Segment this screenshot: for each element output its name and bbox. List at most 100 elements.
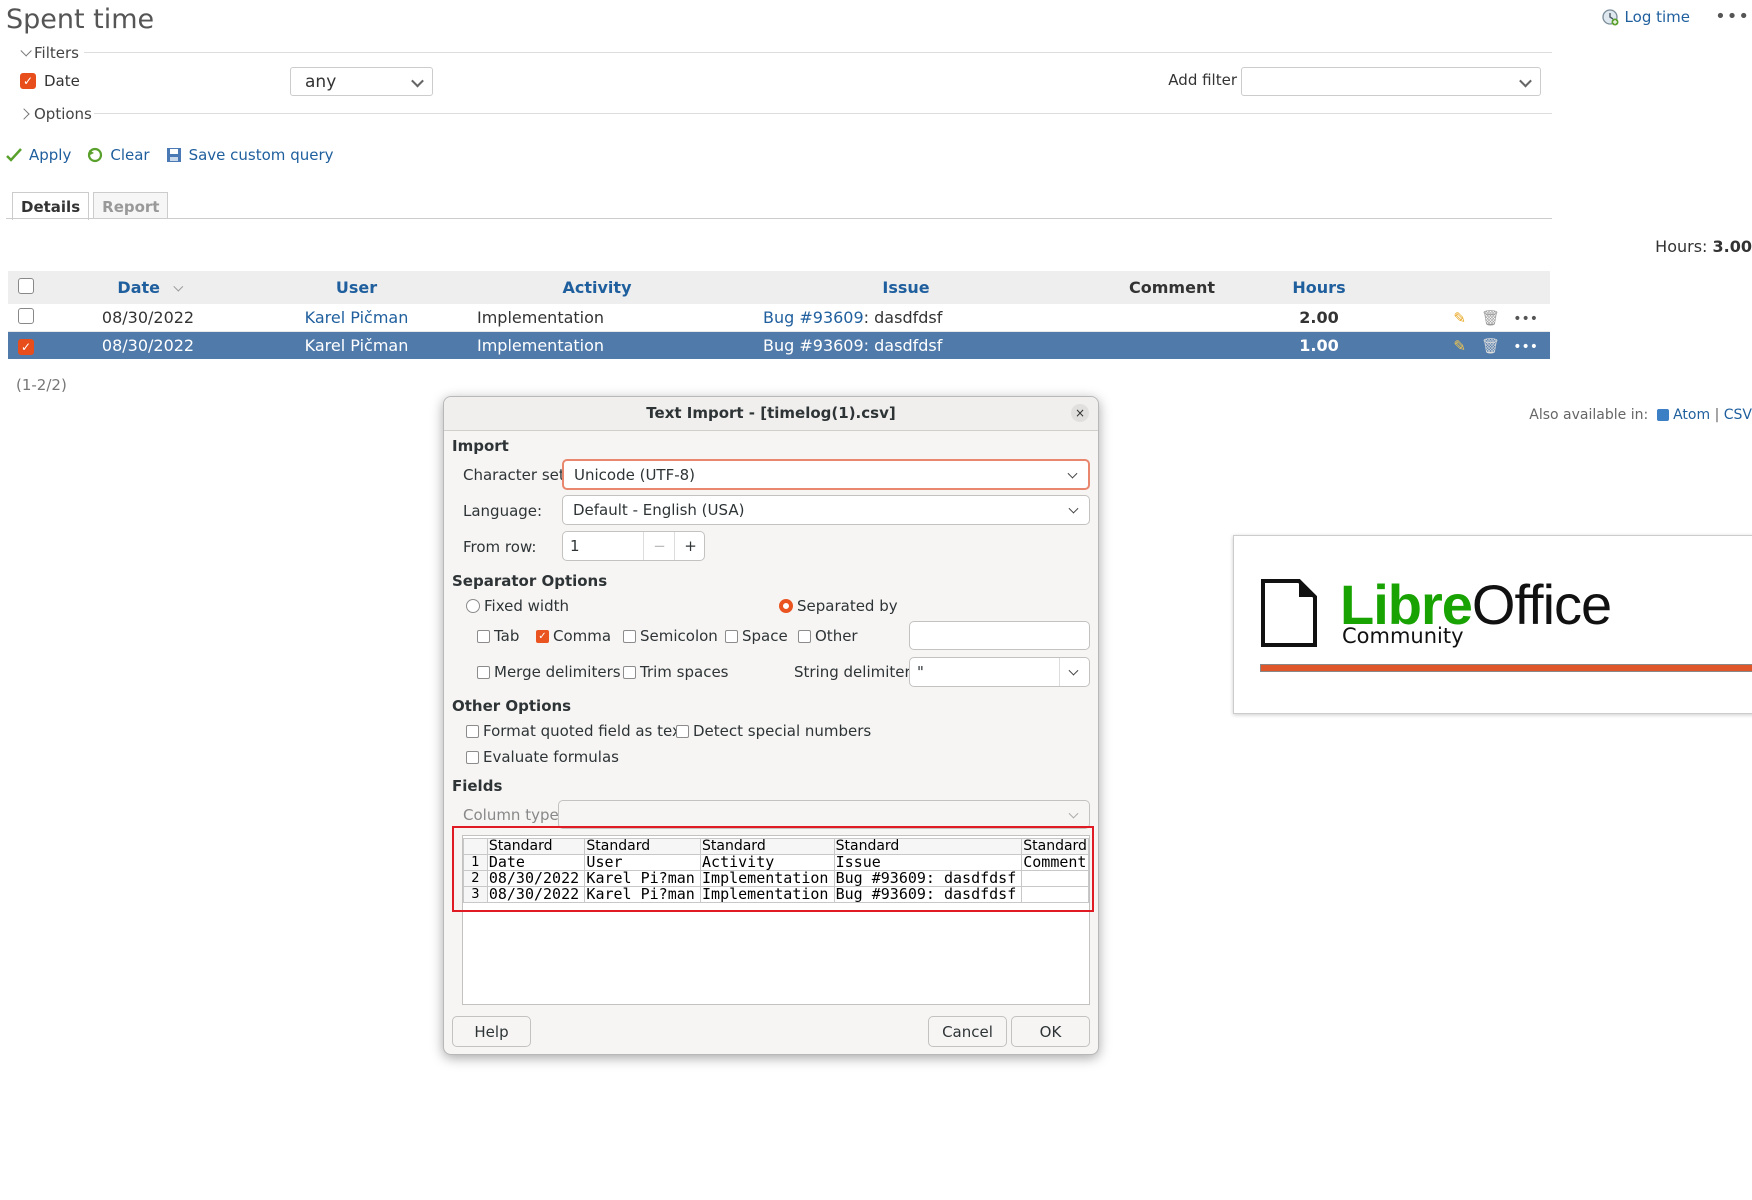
apply-button[interactable]: Apply [6,146,71,164]
format-quoted-checkbox[interactable]: Format quoted field as text [466,722,687,740]
filters-toggle[interactable]: Filters [20,44,79,62]
row-checkbox[interactable] [18,307,34,324]
comma-checkbox[interactable]: ✓ Comma [536,627,611,645]
help-button[interactable]: Help [452,1016,531,1047]
edit-pencil-icon[interactable]: ✎ [1453,337,1466,355]
entry-user-link[interactable]: Karel Pičman [305,336,409,355]
more-actions-button[interactable]: ••• [1715,6,1750,27]
string-delimiter-label: String delimiter: [794,663,916,681]
cancel-button[interactable]: Cancel [928,1016,1007,1047]
tab-checkbox[interactable]: Tab [477,627,519,645]
other-checkbox[interactable]: Other [798,627,858,645]
rss-feed-icon [1656,409,1669,421]
edit-pencil-icon[interactable]: ✎ [1453,309,1466,327]
radio-button[interactable] [779,599,793,613]
export-atom-link[interactable]: Atom [1673,407,1710,423]
date-filter-checkbox[interactable]: ✓ [20,73,36,89]
checkbox[interactable] [477,629,490,643]
entry-issue-link[interactable]: Bug #93609 [763,336,864,355]
column-activity[interactable]: Activity [461,271,733,304]
decrement-button[interactable]: − [643,532,675,560]
separator-section-label: Separator Options [452,572,608,590]
time-entries-table: Date User Activity Issue Comment Hours 0… [8,271,1550,359]
row-more-icon[interactable]: ••• [1513,339,1538,355]
checkbox[interactable] [623,665,636,679]
table-row[interactable]: ✓ 08/30/2022 Karel Pičman Implementation… [8,331,1550,359]
tab-report[interactable]: Report [93,192,169,219]
apply-label[interactable]: Apply [29,146,71,164]
string-delimiter-value[interactable]: " [917,663,924,681]
column-user[interactable]: User [252,271,461,304]
entry-activity: Implementation [461,304,733,332]
other-separator-input[interactable] [909,621,1090,650]
fixed-width-radio[interactable]: Fixed width [466,597,569,615]
row-more-icon[interactable]: ••• [1513,311,1538,327]
chevron-down-icon[interactable] [1068,665,1079,676]
radio-button[interactable] [466,599,480,613]
options-toggle[interactable]: Options [18,105,92,123]
close-icon[interactable]: × [1071,404,1089,422]
add-filter-select[interactable] [1241,67,1541,96]
clear-button[interactable]: Clear [87,146,150,164]
chevron-right-icon [18,108,30,120]
entry-user-link[interactable]: Karel Pičman [305,308,409,327]
space-checkbox[interactable]: Space [725,627,788,645]
entry-issue-link[interactable]: Bug #93609 [763,308,864,327]
from-row-stepper[interactable]: 1 − + [562,531,705,561]
from-row-label: From row: [463,538,537,556]
entry-issue-subject: : dasdfdsf [863,336,943,355]
ok-button[interactable]: OK [1011,1016,1090,1047]
entry-issue: Bug #93609: dasdfdsf [733,331,1079,359]
evaluate-formulas-checkbox[interactable]: Evaluate formulas [466,748,619,766]
language-select[interactable]: Default - English (USA) [562,495,1090,525]
checkbox[interactable] [798,629,811,643]
date-filter-row: ✓ Date [20,72,80,90]
column-issue[interactable]: Issue [733,271,1079,304]
language-label: Language: [463,502,543,520]
checkbox[interactable] [466,750,479,764]
entry-hours: 2.00 [1265,304,1373,332]
delete-trash-icon[interactable]: 🗑 [1481,337,1500,355]
clock-add-icon [1601,9,1619,26]
entry-issue-subject: : dasdfdsf [863,308,943,327]
delete-trash-icon[interactable]: 🗑 [1481,309,1500,327]
charset-select[interactable]: Unicode (UTF-8) [562,459,1090,490]
query-actions: Apply Clear Save custom query [6,146,334,164]
row-checkbox[interactable]: ✓ [18,339,34,355]
dialog-title: Text Import - [timelog(1).csv] [444,397,1098,431]
column-date[interactable]: Date [44,271,252,304]
filters-divider [84,52,1552,53]
from-row-value[interactable]: 1 [570,537,580,555]
detect-special-checkbox[interactable]: Detect special numbers [676,722,871,740]
increment-button[interactable]: + [674,532,706,560]
clear-label[interactable]: Clear [110,146,149,164]
chevron-down-icon [20,45,32,57]
table-row[interactable]: 08/30/2022 Karel Pičman Implementation B… [8,304,1550,332]
checkmark-icon [6,148,22,162]
checkbox[interactable] [623,629,636,643]
add-filter-label: Add filter [1168,71,1237,89]
string-delimiter-select[interactable]: " [909,657,1090,687]
highlight-annotation-box [452,826,1094,912]
log-time-link[interactable]: Log time [1601,8,1690,26]
select-all-checkbox[interactable] [18,277,34,294]
column-hours[interactable]: Hours [1265,271,1373,304]
separated-by-radio[interactable]: Separated by [779,597,898,615]
save-query-button[interactable]: Save custom query [166,146,334,164]
export-csv-link[interactable]: CSV [1724,407,1752,423]
checkbox[interactable]: ✓ [536,629,549,643]
log-time-label[interactable]: Log time [1625,8,1690,26]
checkbox[interactable] [676,724,689,738]
merge-delimiters-checkbox[interactable]: Merge delimiters [477,663,621,681]
save-query-label[interactable]: Save custom query [189,146,334,164]
checkbox[interactable] [477,665,490,679]
row-select-cell: ✓ [8,331,44,359]
semicolon-checkbox[interactable]: Semicolon [623,627,718,645]
checkbox[interactable] [725,629,738,643]
trim-spaces-checkbox[interactable]: Trim spaces [623,663,729,681]
tab-details[interactable]: Details [12,192,90,220]
column-type-select[interactable] [558,800,1090,829]
checkbox[interactable] [466,724,479,738]
date-operator-select[interactable]: any [290,67,433,96]
column-date-label[interactable]: Date [117,278,160,297]
